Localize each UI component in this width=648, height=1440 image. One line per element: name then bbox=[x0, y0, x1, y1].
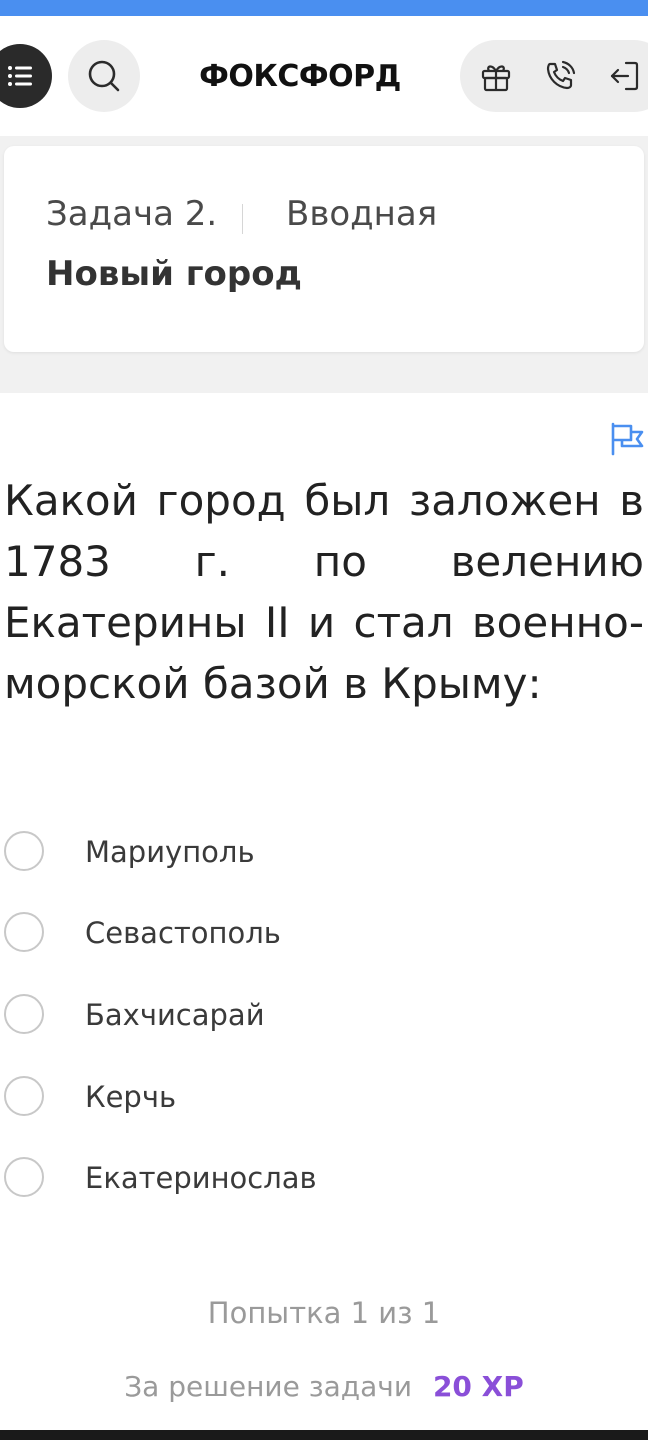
search-button[interactable] bbox=[68, 40, 140, 112]
login-button[interactable] bbox=[606, 58, 642, 94]
flag-icon bbox=[611, 422, 644, 456]
reward-xp: 20 XP bbox=[432, 1370, 524, 1403]
option-item[interactable]: Керчь bbox=[4, 1075, 604, 1119]
reward-label: За решение задачи bbox=[124, 1370, 413, 1403]
radio-button[interactable] bbox=[4, 994, 44, 1034]
header-actions bbox=[460, 40, 648, 112]
task-number: Задача 2. bbox=[46, 194, 218, 234]
option-label: Екатеринослав bbox=[85, 1161, 317, 1195]
foxford-logo[interactable]: ФОКСФОРД bbox=[190, 54, 410, 98]
top-accent-strip bbox=[0, 0, 648, 16]
option-label: Мариуполь bbox=[85, 835, 255, 869]
attempts-counter: Попытка 1 из 1 bbox=[207, 1296, 441, 1330]
gift-button[interactable] bbox=[478, 58, 514, 94]
menu-icon bbox=[8, 66, 32, 86]
app-header: ФОКСФОРД bbox=[0, 16, 648, 136]
login-icon bbox=[610, 61, 639, 91]
task-divider bbox=[242, 204, 243, 234]
gift-icon bbox=[481, 65, 511, 92]
reward-info: За решение задачи 20 XP bbox=[0, 1370, 648, 1403]
menu-button[interactable] bbox=[0, 44, 52, 108]
option-label: Бахчисарай bbox=[85, 998, 265, 1032]
task-type: Вводная bbox=[286, 194, 438, 234]
option-item[interactable]: Екатеринослав bbox=[4, 1156, 604, 1200]
radio-button[interactable] bbox=[4, 831, 44, 871]
phone-button[interactable] bbox=[542, 58, 578, 94]
search-icon bbox=[88, 60, 120, 92]
option-item[interactable]: Севастополь bbox=[4, 911, 604, 955]
report-flag-button[interactable] bbox=[608, 420, 646, 458]
question-text: Какой город был заложен в 1783 г. по вел… bbox=[4, 476, 644, 708]
option-label: Керчь bbox=[85, 1080, 177, 1114]
radio-button[interactable] bbox=[4, 1157, 44, 1197]
task-title: Новый город bbox=[46, 254, 303, 294]
radio-button[interactable] bbox=[4, 912, 44, 952]
radio-button[interactable] bbox=[4, 1076, 44, 1116]
option-item[interactable]: Бахчисарай bbox=[4, 993, 604, 1037]
bottom-bar bbox=[0, 1430, 648, 1440]
phone-icon bbox=[546, 60, 576, 90]
option-item[interactable]: Мариуполь bbox=[4, 830, 604, 874]
task-card: Задача 2. Вводная Новый город bbox=[4, 146, 644, 352]
option-label: Севастополь bbox=[85, 916, 281, 950]
